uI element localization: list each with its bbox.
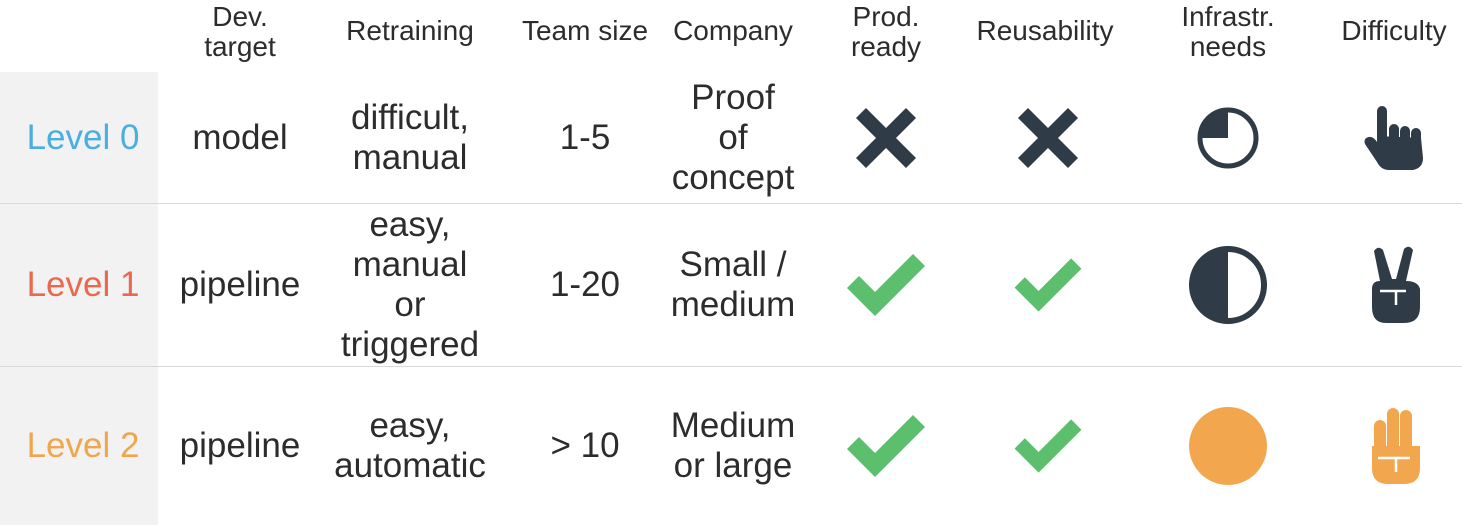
- infra-needs-0: [1160, 72, 1296, 203]
- header-team-size: Team size: [521, 15, 649, 46]
- team-size-1: 1-20: [549, 265, 621, 304]
- team-size-0: 1-5: [559, 117, 611, 157]
- retraining-0: difficult, manual: [350, 97, 470, 177]
- dev-target-2: pipeline: [179, 426, 301, 465]
- header-reusability: Reusability: [976, 15, 1114, 46]
- company-1: Small / medium: [670, 245, 796, 324]
- infra-needs-2: [1160, 367, 1296, 525]
- header-difficulty: Difficulty: [1341, 15, 1447, 46]
- difficulty-1: [1330, 204, 1462, 366]
- prod-ready-2: [820, 367, 952, 525]
- check-icon: [847, 415, 925, 477]
- dev-target-0: model: [192, 117, 288, 157]
- three-fingers-hand-icon: [1372, 408, 1420, 484]
- infra-needs-1: [1160, 204, 1296, 366]
- cross-icon: [1018, 107, 1078, 168]
- header-infra-needs: Infrastr. needs: [1181, 1, 1275, 62]
- retraining-1: easy, manual or triggered: [340, 205, 480, 364]
- check-icon: [847, 254, 925, 316]
- reusability-2: [980, 367, 1116, 525]
- retraining-2: easy, automatic: [334, 406, 486, 485]
- company-0: Proof of concept: [671, 77, 795, 197]
- difficulty-2: [1330, 367, 1462, 525]
- company-2: Medium or large: [670, 406, 796, 485]
- header-company: Company: [673, 15, 793, 46]
- check-icon: [1014, 419, 1082, 473]
- full-circle-icon: [1189, 407, 1267, 485]
- header-retraining: Retraining: [346, 15, 474, 46]
- one-finger-hand-icon: [1364, 105, 1423, 170]
- reusability-1: [980, 204, 1116, 366]
- header-prod-ready: Prod. ready: [850, 1, 922, 62]
- quarter-circle-icon: [1197, 107, 1259, 168]
- header-dev-target: Dev. target: [204, 1, 276, 62]
- two-fingers-hand-icon: [1372, 246, 1420, 323]
- half-circle-icon: [1189, 246, 1267, 324]
- level-label-0: Level 0: [26, 117, 140, 157]
- level-label-2: Level 2: [26, 426, 140, 465]
- reusability-0: [980, 72, 1116, 203]
- difficulty-0: [1330, 72, 1462, 203]
- team-size-2: > 10: [550, 426, 620, 465]
- check-icon: [1014, 258, 1082, 312]
- prod-ready-0: [820, 72, 952, 203]
- level-label-1: Level 1: [26, 265, 140, 304]
- dev-target-1: pipeline: [179, 265, 301, 304]
- prod-ready-1: [820, 204, 952, 366]
- cross-icon: [856, 107, 916, 168]
